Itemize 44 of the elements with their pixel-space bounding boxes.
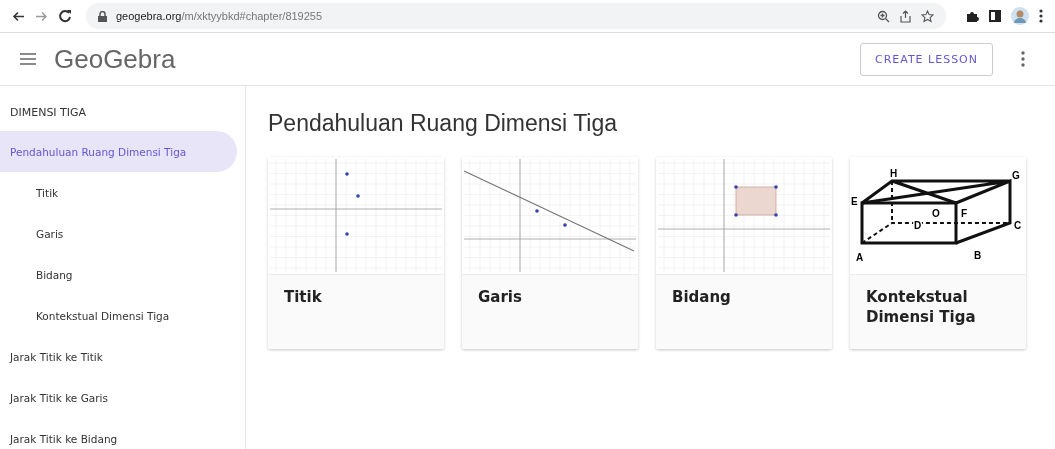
more-icon[interactable] <box>1039 9 1043 23</box>
address-bar[interactable]: geogebra.org/m/xktyybkd#chapter/819255 <box>86 3 946 29</box>
sidebar-item[interactable]: Bidang <box>0 254 237 295</box>
lock-icon <box>98 10 107 22</box>
card-title: Bidang <box>656 275 832 349</box>
page-title: Pendahuluan Ruang Dimensi Tiga <box>268 110 619 137</box>
lesson-card[interactable]: Titik <box>268 157 444 349</box>
zoom-icon[interactable] <box>877 9 890 23</box>
more-icon[interactable] <box>1021 51 1025 67</box>
forward-icon[interactable] <box>35 10 48 22</box>
vertex-label: G <box>1012 170 1020 181</box>
vertex-label: E <box>851 196 858 207</box>
card-title: Titik <box>268 275 444 349</box>
vertex-label: A <box>856 252 864 263</box>
sidebar-item[interactable]: Jarak Titik ke Titik <box>0 336 237 377</box>
sidebar-item[interactable]: Garis <box>0 213 237 254</box>
sidebar-item[interactable]: Pendahuluan Ruang Dimensi Tiga <box>0 131 237 172</box>
vertex-label: D <box>914 220 922 231</box>
sidebar-icon[interactable] <box>989 10 1001 22</box>
avatar-icon[interactable] <box>1011 7 1029 25</box>
menu-icon[interactable] <box>20 53 36 65</box>
logo[interactable]: GeoGebra <box>54 43 176 75</box>
sidebar-item[interactable]: Jarak Titik ke Bidang <box>0 418 237 449</box>
card-title: Kontekstual Dimensi Tiga <box>850 275 1026 349</box>
section-heading: DIMENSI TIGA <box>9 105 88 121</box>
vertex-label: H <box>890 168 898 179</box>
vertex-label: F <box>961 208 968 219</box>
vertex-label: O <box>932 208 940 219</box>
vertex-label: B <box>974 250 982 261</box>
vertex-label: C <box>1014 220 1022 231</box>
back-icon[interactable] <box>12 10 25 22</box>
lesson-card[interactable]: Garis <box>462 157 638 349</box>
puzzle-icon[interactable] <box>966 9 979 23</box>
sidebar-item[interactable]: Titik <box>0 172 237 213</box>
reload-icon[interactable] <box>58 9 72 23</box>
create-lesson-button[interactable]: CREATE LESSON <box>859 42 993 76</box>
share-icon[interactable] <box>899 9 912 23</box>
card-title: Garis <box>462 275 638 349</box>
sidebar-item[interactable]: Kontekstual Dimensi Tiga <box>0 295 237 336</box>
url-text: geogebra.org/m/xktyybkd#chapter/819255 <box>116 10 323 22</box>
lesson-card[interactable]: Bidang <box>656 157 832 349</box>
sidebar-item[interactable]: Jarak Titik ke Garis <box>0 377 237 418</box>
star-icon[interactable] <box>921 9 934 23</box>
lesson-card[interactable]: H G E O F D C A B Kontekstual Dimensi Tiga <box>850 157 1026 349</box>
